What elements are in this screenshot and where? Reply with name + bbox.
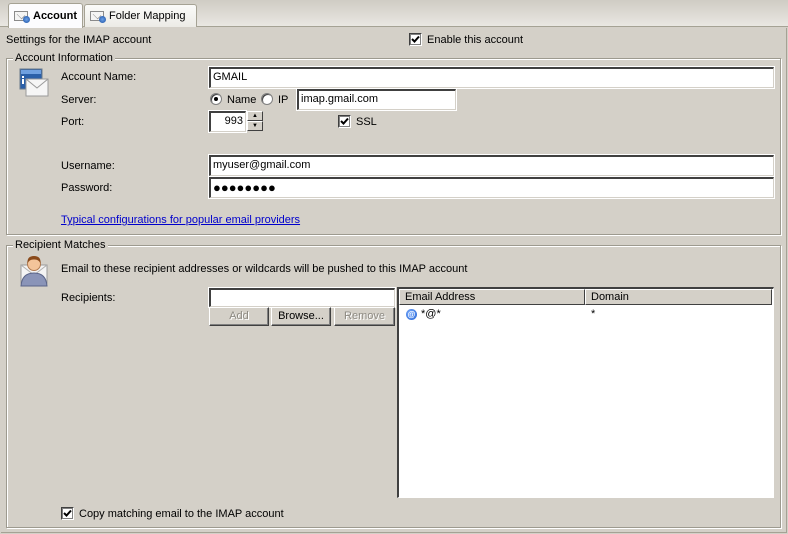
recipient-matches-title: Recipient Matches (13, 239, 108, 251)
column-domain[interactable]: Domain (585, 289, 772, 305)
port-input[interactable]: 993 (208, 110, 247, 133)
tab-folder-mapping[interactable]: Folder Mapping (84, 4, 197, 27)
server-name-radio[interactable] (210, 93, 222, 105)
server-ip-radio-label[interactable]: IP (278, 94, 288, 106)
checkmark-icon (340, 117, 349, 125)
enable-account-checkbox[interactable] (409, 33, 422, 46)
port-down-button[interactable]: ▼ (247, 121, 263, 131)
port-label: Port: (61, 116, 85, 128)
recipient-description: Email to these recipient addresses or wi… (61, 263, 468, 275)
typical-configurations-link[interactable]: Typical configurations for popular email… (61, 214, 300, 226)
tab-folder-mapping-label: Folder Mapping (109, 10, 186, 22)
ssl-label[interactable]: SSL (356, 116, 377, 128)
enable-account-label[interactable]: Enable this account (427, 34, 523, 46)
user-mail-icon (18, 253, 50, 287)
settings-label: Settings for the IMAP account (6, 34, 152, 46)
account-information-title: Account Information (13, 52, 115, 64)
mail-account-icon (90, 9, 106, 23)
password-label: Password: (61, 182, 113, 194)
checkmark-icon (411, 35, 420, 43)
tab-account[interactable]: Account (8, 3, 83, 28)
port-stepper[interactable]: ▲ ▼ (247, 111, 263, 132)
username-input[interactable]: myuser@gmail.com (208, 154, 775, 177)
checkmark-icon (63, 509, 72, 517)
tab-account-label: Account (33, 10, 77, 22)
mail-account-icon (14, 9, 30, 23)
recipients-list[interactable]: Email Address Domain @ *@* * (397, 287, 774, 498)
account-name-label: Account Name: (61, 71, 137, 83)
recipients-input[interactable] (208, 287, 396, 308)
recipients-label: Recipients: (61, 292, 116, 304)
at-sign-icon: @ (406, 309, 417, 320)
account-name-input[interactable]: GMAIL (208, 66, 775, 89)
server-name-radio-label[interactable]: Name (227, 94, 256, 106)
ssl-checkbox[interactable] (338, 115, 351, 128)
username-label: Username: (61, 160, 115, 172)
browse-button[interactable]: Browse... (271, 307, 331, 326)
list-item[interactable]: @ *@* * (399, 307, 773, 323)
copy-matching-checkbox[interactable] (61, 507, 74, 520)
server-ip-radio[interactable] (261, 93, 273, 105)
remove-button[interactable]: Remove (334, 307, 395, 326)
port-up-button[interactable]: ▲ (247, 111, 263, 121)
mail-envelope-icon (19, 68, 49, 98)
server-label: Server: (61, 94, 97, 106)
list-header: Email Address Domain (399, 289, 772, 305)
row-domain: * (591, 308, 596, 320)
server-input[interactable]: imap.gmail.com (296, 88, 457, 111)
password-input[interactable]: ●●●●●●●● (208, 176, 775, 199)
column-email-address[interactable]: Email Address (399, 289, 585, 305)
row-email: *@* (421, 308, 441, 320)
copy-matching-label[interactable]: Copy matching email to the IMAP account (79, 508, 284, 520)
tab-strip: Account Folder Mapping (0, 0, 788, 28)
add-button[interactable]: Add (209, 307, 269, 326)
